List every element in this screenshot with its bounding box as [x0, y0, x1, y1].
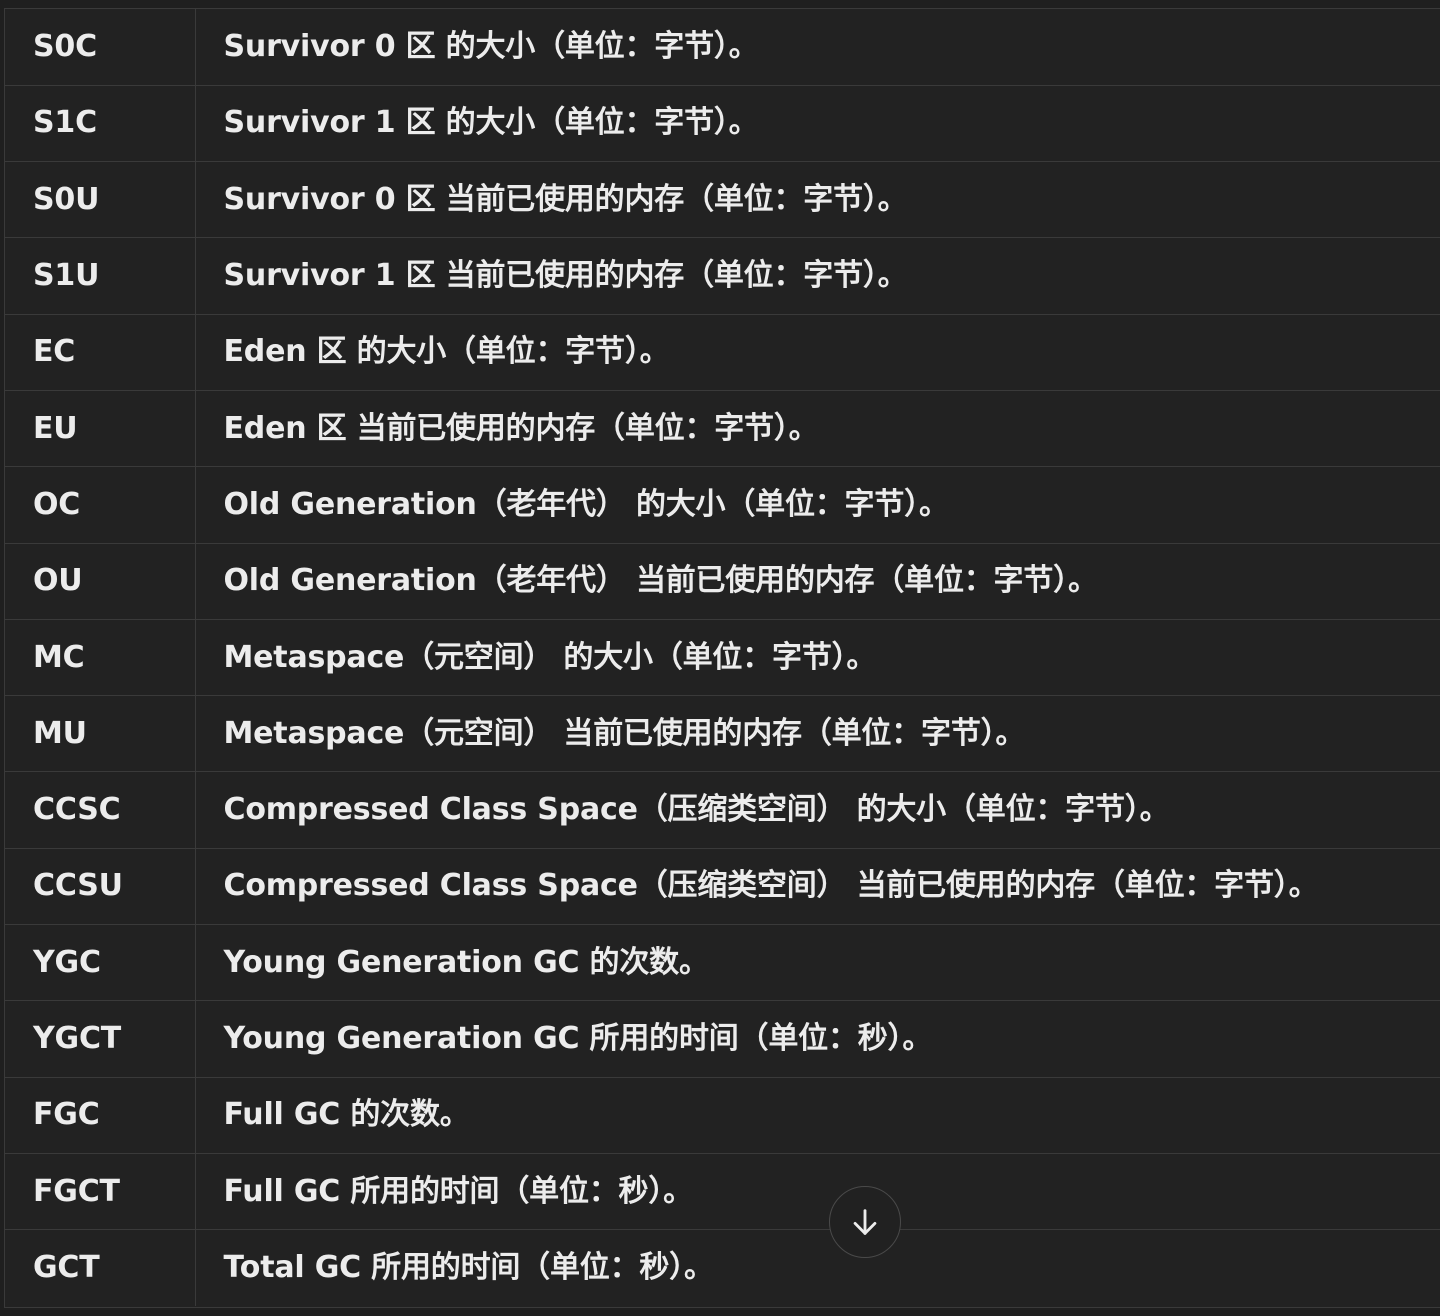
table-row: FGCT Full GC 所用的时间（单位：秒）。: [5, 1153, 1440, 1231]
table-row: S0U Survivor 0 区 当前已使用的内存（单位：字节）。: [5, 161, 1440, 239]
row-description: Survivor 0 区 的大小（单位：字节）。: [195, 9, 1440, 86]
table-row: YGC Young Generation GC 的次数。: [5, 924, 1440, 1002]
row-key: S1U: [5, 237, 196, 315]
row-key: YGC: [5, 924, 196, 1002]
row-description: Full GC 的次数。: [195, 1077, 1440, 1154]
row-description: Full GC 所用的时间（单位：秒）。: [195, 1153, 1440, 1231]
row-key: FGCT: [5, 1153, 196, 1231]
table-row: EU Eden 区 当前已使用的内存（单位：字节）。: [5, 390, 1440, 468]
row-key: MU: [5, 695, 196, 773]
row-description: Compressed Class Space（压缩类空间） 当前已使用的内存（单…: [195, 848, 1440, 926]
row-description: Old Generation（老年代） 当前已使用的内存（单位：字节）。: [195, 543, 1440, 620]
table-row: S1C Survivor 1 区 的大小（单位：字节）。: [5, 85, 1440, 163]
row-description: Metaspace（元空间） 的大小（单位：字节）。: [195, 619, 1440, 697]
row-description: Old Generation（老年代） 的大小（单位：字节）。: [195, 466, 1440, 544]
row-key: MC: [5, 619, 196, 697]
table-row: S1U Survivor 1 区 当前已使用的内存（单位：字节）。: [5, 237, 1440, 315]
row-description: Young Generation GC 所用的时间（单位：秒）。: [195, 1000, 1440, 1078]
table-row: FGC Full GC 的次数。: [5, 1077, 1440, 1154]
table-row: OC Old Generation（老年代） 的大小（单位：字节）。: [5, 466, 1440, 544]
row-key: S0C: [5, 9, 196, 86]
row-key: GCT: [5, 1229, 196, 1307]
row-key: CCSU: [5, 848, 196, 926]
scroll-to-bottom-button[interactable]: [829, 1186, 901, 1258]
row-key: EU: [5, 390, 196, 468]
row-key: FGC: [5, 1077, 196, 1154]
row-key: EC: [5, 314, 196, 391]
row-description: Survivor 1 区 当前已使用的内存（单位：字节）。: [195, 237, 1440, 315]
row-key: OC: [5, 466, 196, 544]
table-row: GCT Total GC 所用的时间（单位：秒）。: [5, 1229, 1440, 1307]
row-description: Metaspace（元空间） 当前已使用的内存（单位：字节）。: [195, 695, 1440, 773]
table-row: CCSU Compressed Class Space（压缩类空间） 当前已使用…: [5, 848, 1440, 926]
row-key: OU: [5, 543, 196, 620]
table-row: YGCT Young Generation GC 所用的时间（单位：秒）。: [5, 1000, 1440, 1078]
table-row: CCSC Compressed Class Space（压缩类空间） 的大小（单…: [5, 771, 1440, 849]
arrow-down-icon: [848, 1205, 882, 1239]
row-description: Eden 区 的大小（单位：字节）。: [195, 314, 1440, 391]
table-row: EC Eden 区 的大小（单位：字节）。: [5, 314, 1440, 391]
row-description: Total GC 所用的时间（单位：秒）。: [223, 1250, 714, 1286]
table-row: OU Old Generation（老年代） 当前已使用的内存（单位：字节）。: [5, 543, 1440, 620]
row-key: CCSC: [5, 771, 196, 849]
row-key: YGCT: [5, 1000, 196, 1078]
row-description: Compressed Class Space（压缩类空间） 的大小（单位：字节）…: [195, 771, 1440, 849]
gc-stats-table: S0C Survivor 0 区 的大小（单位：字节）。 S1C Survivo…: [5, 9, 1440, 1307]
gc-stats-table-container: S0C Survivor 0 区 的大小（单位：字节）。 S1C Survivo…: [4, 8, 1440, 1308]
table-row: MC Metaspace（元空间） 的大小（单位：字节）。: [5, 619, 1440, 697]
row-description: Survivor 0 区 当前已使用的内存（单位：字节）。: [195, 161, 1440, 239]
table-row: S0C Survivor 0 区 的大小（单位：字节）。: [5, 9, 1440, 86]
row-description: Survivor 1 区 的大小（单位：字节）。: [195, 85, 1440, 163]
row-description: Eden 区 当前已使用的内存（单位：字节）。: [195, 390, 1440, 468]
row-description: Young Generation GC 的次数。: [195, 924, 1440, 1002]
row-key: S1C: [5, 85, 196, 163]
table-row: MU Metaspace（元空间） 当前已使用的内存（单位：字节）。: [5, 695, 1440, 773]
row-key: S0U: [5, 161, 196, 239]
